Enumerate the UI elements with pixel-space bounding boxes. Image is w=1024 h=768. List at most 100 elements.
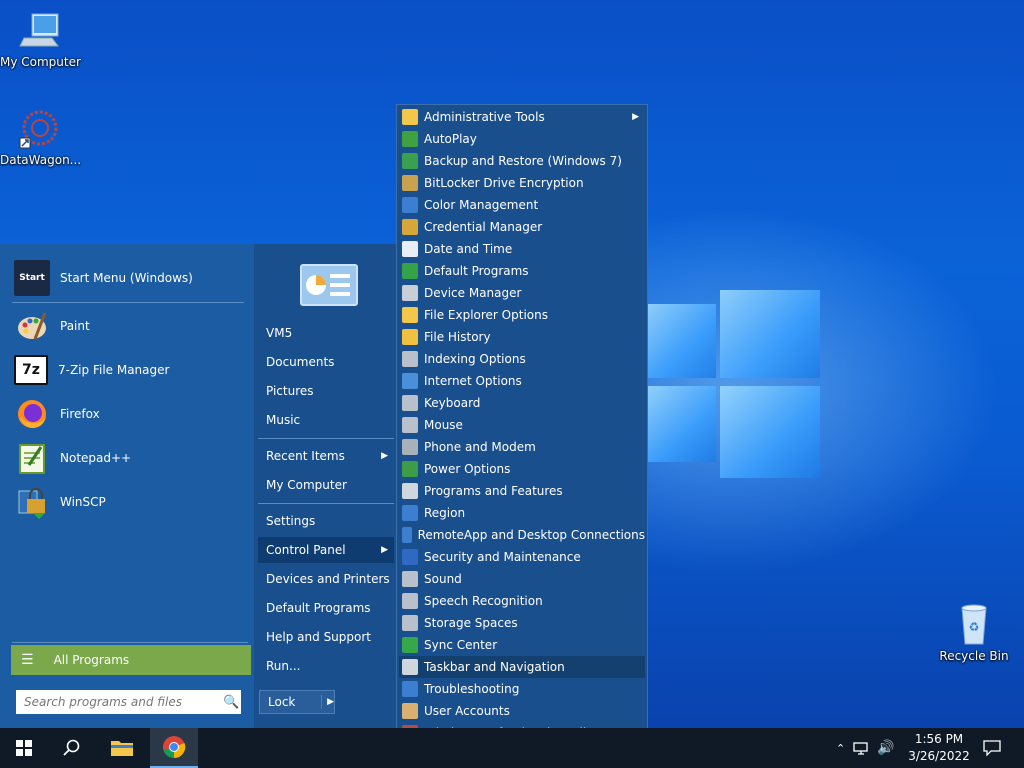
firefox-icon <box>14 396 50 432</box>
desktop-icon-datawagon[interactable]: DataWagon... <box>0 106 81 167</box>
places-music[interactable]: Music <box>258 407 394 433</box>
chevron-up-icon[interactable]: ⌃ <box>836 742 845 755</box>
pinned-7zip[interactable]: 7z 7-Zip File Manager <box>10 348 250 392</box>
control-panel-item-icon <box>402 659 418 675</box>
control-panel-item-label: User Accounts <box>424 704 510 718</box>
pinned-start-menu-windows[interactable]: Start Start Menu (Windows) <box>10 256 250 300</box>
control-panel-item[interactable]: Phone and Modem <box>399 436 645 458</box>
control-panel-item-icon <box>402 549 418 565</box>
places-default-programs[interactable]: Default Programs <box>258 595 394 621</box>
file-explorer-taskbar-button[interactable] <box>98 728 146 768</box>
clock[interactable]: 1:56 PM 3/26/2022 <box>908 731 970 765</box>
control-panel-item[interactable]: User Accounts <box>399 700 645 722</box>
search-taskbar-button[interactable] <box>48 728 96 768</box>
control-panel-item-label: Speech Recognition <box>424 594 543 608</box>
places-documents[interactable]: Documents <box>258 349 394 375</box>
control-panel-item[interactable]: Sync Center <box>399 634 645 656</box>
7zip-icon: 7z <box>14 355 48 385</box>
control-panel-item[interactable]: Sound <box>399 568 645 590</box>
control-panel-item[interactable]: Date and Time <box>399 238 645 260</box>
winscp-icon <box>14 484 50 520</box>
places-recent-items[interactable]: Recent Items ▶ <box>258 443 394 469</box>
control-panel-item[interactable]: Storage Spaces <box>399 612 645 634</box>
windows-logo-icon <box>16 740 32 756</box>
control-panel-item[interactable]: Taskbar and Navigation <box>399 656 645 678</box>
control-panel-item-label: Storage Spaces <box>424 616 518 630</box>
places-control-panel[interactable]: Control Panel ▶ <box>258 537 394 563</box>
control-panel-item[interactable]: Mouse <box>399 414 645 436</box>
control-panel-item[interactable]: Keyboard <box>399 392 645 414</box>
chrome-taskbar-button[interactable] <box>150 728 198 768</box>
control-panel-item[interactable]: Default Programs <box>399 260 645 282</box>
desktop-icon-my-computer[interactable]: My Computer <box>0 8 81 69</box>
control-panel-item-label: Color Management <box>424 198 539 212</box>
control-panel-item[interactable]: File Explorer Options <box>399 304 645 326</box>
places-label: Pictures <box>266 384 314 398</box>
control-panel-item[interactable]: Administrative Tools ▶ <box>399 106 645 128</box>
places-pictures[interactable]: Pictures <box>258 378 394 404</box>
places-devices-and-printers[interactable]: Devices and Printers <box>258 566 394 592</box>
places-run[interactable]: Run... <box>258 653 394 679</box>
control-panel-item-icon <box>402 285 418 301</box>
start-icon-text: Start <box>19 273 45 283</box>
control-panel-item[interactable]: File History <box>399 326 645 348</box>
all-programs-label: All Programs <box>53 653 130 667</box>
control-panel-item[interactable]: Backup and Restore (Windows 7) <box>399 150 645 172</box>
control-panel-item-icon <box>402 131 418 147</box>
places-label: Run... <box>266 659 301 673</box>
control-panel-item-icon <box>402 175 418 191</box>
control-panel-item-icon <box>402 197 418 213</box>
control-panel-item-icon <box>402 109 418 125</box>
action-center-button[interactable] <box>972 728 1012 768</box>
taskbar: ⌃ 🔊 1:56 PM 3/26/2022 <box>0 728 1024 768</box>
pinned-paint[interactable]: Paint <box>10 304 250 348</box>
desktop-icon-recycle-bin[interactable]: ♻ Recycle Bin <box>934 602 1014 663</box>
control-panel-user-picture[interactable] <box>300 264 358 306</box>
control-panel-item[interactable]: Security and Maintenance <box>399 546 645 568</box>
control-panel-item-icon <box>402 219 418 235</box>
control-panel-item-label: File History <box>424 330 491 344</box>
control-panel-item-icon <box>402 395 418 411</box>
control-panel-item[interactable]: Device Manager <box>399 282 645 304</box>
lock-button[interactable]: Lock ▶ <box>259 690 335 714</box>
network-icon[interactable] <box>853 740 871 756</box>
control-panel-item[interactable]: BitLocker Drive Encryption <box>399 172 645 194</box>
pinned-winscp[interactable]: WinSCP <box>10 480 250 524</box>
volume-icon[interactable]: 🔊 <box>877 740 894 756</box>
control-panel-item[interactable]: Color Management <box>399 194 645 216</box>
start-button[interactable] <box>0 728 48 768</box>
control-panel-item[interactable]: RemoteApp and Desktop Connections <box>399 524 645 546</box>
places-my-computer[interactable]: My Computer <box>258 472 394 498</box>
control-panel-item[interactable]: Power Options <box>399 458 645 480</box>
control-panel-item-icon <box>402 373 418 389</box>
control-panel-item[interactable]: Speech Recognition <box>399 590 645 612</box>
recycle-bin-icon: ♻ <box>961 604 987 645</box>
control-panel-item[interactable]: Indexing Options <box>399 348 645 370</box>
divider <box>12 302 244 303</box>
pinned-label: Paint <box>60 319 90 333</box>
control-panel-item[interactable]: Region <box>399 502 645 524</box>
chevron-right-icon[interactable]: ▶ <box>322 697 334 707</box>
control-panel-item-label: Power Options <box>424 462 511 476</box>
places-help-and-support[interactable]: Help and Support <box>258 624 394 650</box>
control-panel-item[interactable]: Internet Options <box>399 370 645 392</box>
search-icon[interactable]: 🔍 <box>223 695 239 710</box>
search-box[interactable]: 🔍 <box>16 690 241 714</box>
control-panel-item[interactable]: AutoPlay <box>399 128 645 150</box>
control-panel-item[interactable]: Credential Manager <box>399 216 645 238</box>
control-panel-item-label: AutoPlay <box>424 132 477 146</box>
control-panel-item[interactable]: Programs and Features <box>399 480 645 502</box>
pinned-notepadpp[interactable]: Notepad++ <box>10 436 250 480</box>
places-label: Settings <box>266 514 316 528</box>
places-vm5[interactable]: VM5 <box>258 320 394 346</box>
control-panel-item-label: Phone and Modem <box>424 440 536 454</box>
places-settings[interactable]: Settings <box>258 508 394 534</box>
control-panel-item[interactable]: Troubleshooting <box>399 678 645 700</box>
pinned-firefox[interactable]: Firefox <box>10 392 250 436</box>
notification-icon <box>983 740 1001 756</box>
all-programs-button[interactable]: ☰ All Programs <box>11 645 251 675</box>
control-panel-item-label: Default Programs <box>424 264 529 278</box>
system-tray: ⌃ 🔊 <box>836 728 895 768</box>
search-input[interactable] <box>22 694 221 710</box>
folder-icon <box>111 741 133 756</box>
